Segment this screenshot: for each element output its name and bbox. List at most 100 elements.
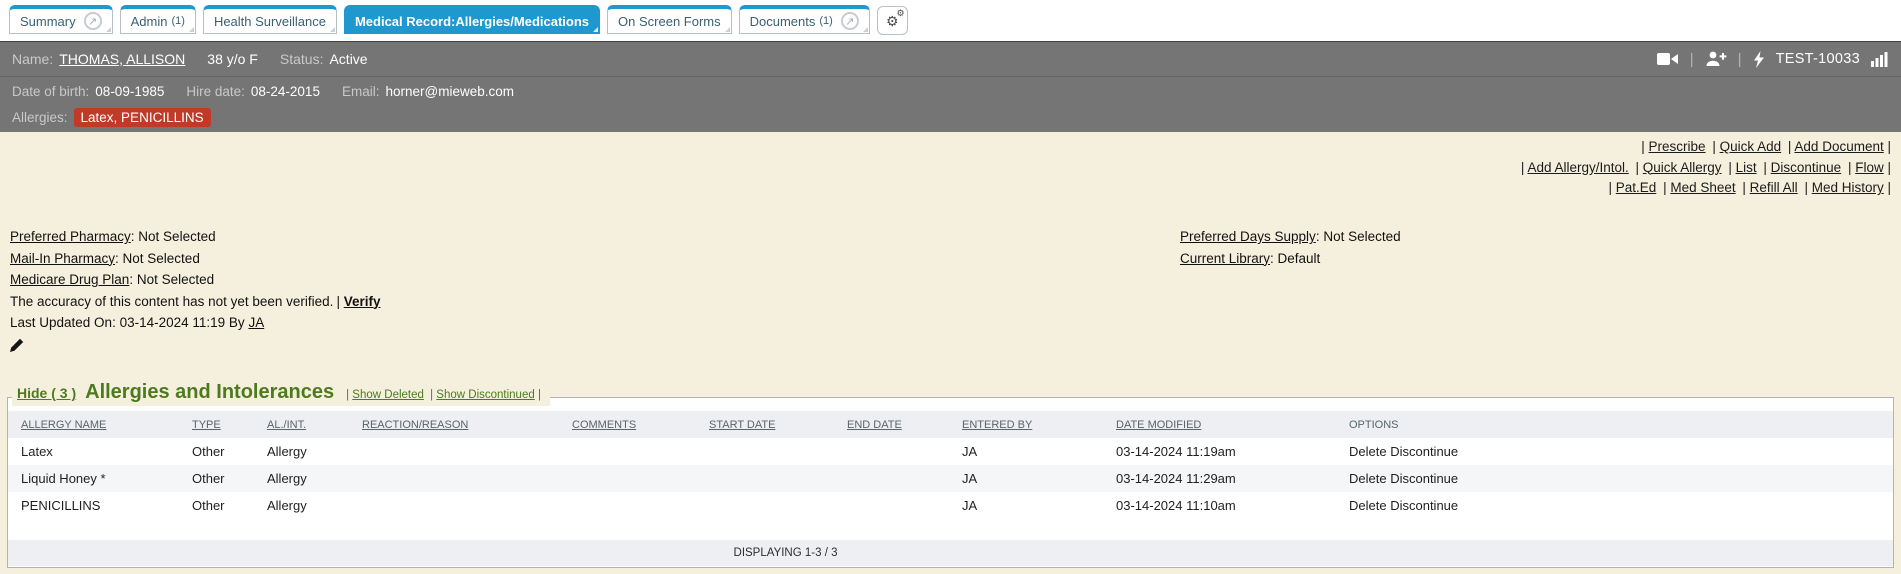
date-modified-cell: 03-14-2024 11:19am: [1116, 444, 1236, 459]
preferred-pharmacy-value: : Not Selected: [130, 229, 216, 244]
mailin-pharmacy-line: Mail-In Pharmacy: Not Selected: [10, 248, 380, 270]
med-history-link[interactable]: Med History: [1812, 180, 1884, 195]
lightning-icon[interactable]: [1753, 50, 1765, 68]
legend-links: Show Deleted Show Discontinued: [343, 389, 541, 401]
bar-chart-icon[interactable]: [1871, 51, 1889, 67]
flow-link[interactable]: Flow: [1855, 160, 1884, 175]
current-library-link[interactable]: Current Library: [1180, 251, 1270, 266]
delete-link[interactable]: Delete: [1349, 444, 1387, 459]
col-entered-by[interactable]: ENTERED BY: [962, 411, 1116, 438]
col-type[interactable]: TYPE: [192, 411, 267, 438]
reaction-cell: [362, 438, 572, 465]
tab-label: Admin: [130, 13, 168, 29]
days-supply-value: : Not Selected: [1315, 229, 1401, 244]
discontinue-row-link[interactable]: Discontinue: [1390, 471, 1458, 486]
mailin-pharmacy-link[interactable]: Mail-In Pharmacy: [10, 251, 115, 266]
allergy-name-cell: Liquid Honey *: [8, 465, 192, 492]
dob-label: Date of birth:: [12, 83, 90, 99]
discontinue-row-link[interactable]: Discontinue: [1390, 444, 1458, 459]
hide-link[interactable]: Hide ( 3 ): [17, 385, 76, 401]
quick-allergy-link[interactable]: Quick Allergy: [1643, 160, 1722, 175]
updated-by-link[interactable]: JA: [248, 315, 264, 330]
current-library-line: Current Library: Default: [1180, 248, 1401, 270]
col-end-date[interactable]: END DATE: [847, 411, 962, 438]
col-comments[interactable]: COMMENTS: [572, 411, 709, 438]
mailin-pharmacy-value: : Not Selected: [115, 250, 200, 266]
allergies-badge[interactable]: Latex, PENICILLINS: [73, 107, 211, 127]
patient-name-link[interactable]: THOMAS, ALLISON: [59, 51, 185, 67]
col-reaction-reason[interactable]: REACTION/REASON: [362, 411, 572, 438]
discontinue-link[interactable]: Discontinue: [1771, 160, 1842, 175]
refill-all-link[interactable]: Refill All: [1750, 180, 1798, 195]
verify-link[interactable]: Verify: [344, 294, 381, 309]
pat-ed-link[interactable]: Pat.Ed: [1616, 180, 1657, 195]
show-deleted-link[interactable]: Show Deleted: [352, 389, 424, 401]
delete-link[interactable]: Delete: [1349, 498, 1387, 513]
comments-cell: [572, 438, 709, 465]
col-date-modified[interactable]: DATE MODIFIED: [1116, 411, 1349, 438]
reaction-cell: [362, 465, 572, 492]
comments-cell: [572, 465, 709, 492]
table-row[interactable]: Latex Other Allergy JA 03-14-2024 11:19a…: [8, 438, 1893, 465]
preferred-pharmacy-link[interactable]: Preferred Pharmacy: [10, 229, 131, 244]
end-date-cell: [847, 438, 962, 465]
tab-summary[interactable]: Summary ↗: [9, 5, 113, 34]
show-discontinued-link[interactable]: Show Discontinued: [436, 389, 534, 401]
col-al-int[interactable]: AL./INT.: [267, 411, 362, 438]
tab-count: (1): [819, 15, 833, 27]
patient-toolbar: | | TEST-10033: [1656, 50, 1889, 68]
col-start-date[interactable]: START DATE: [709, 411, 847, 438]
reaction-cell: [362, 492, 572, 519]
al-int-cell: Allergy: [267, 444, 307, 459]
comments-cell: [572, 492, 709, 519]
entered-by-cell: JA: [962, 444, 978, 459]
email-value: horner@mieweb.com: [385, 83, 514, 99]
options-cell: Delete Discontinue: [1349, 492, 1893, 519]
medicare-plan-link[interactable]: Medicare Drug Plan: [10, 272, 129, 287]
last-updated-line: Last Updated On: 03-14-2024 11:19 By JA: [10, 312, 380, 334]
start-date-cell: [709, 492, 847, 519]
tab-health-surveillance[interactable]: Health Surveillance: [202, 5, 337, 34]
list-link[interactable]: List: [1736, 160, 1757, 175]
entered-by-cell: JA: [962, 465, 1116, 492]
popout-icon[interactable]: ↗: [840, 12, 859, 30]
delete-link[interactable]: Delete: [1349, 471, 1387, 486]
table-row[interactable]: PENICILLINS Other Allergy JA 03-14-2024 …: [8, 492, 1893, 519]
video-camera-icon[interactable]: [1656, 52, 1679, 66]
rx-preferences: Preferred Days Supply: Not Selected Curr…: [1180, 226, 1401, 269]
date-modified-cell: 03-14-2024 11:29am: [1116, 465, 1349, 492]
add-document-link[interactable]: Add Document: [1794, 139, 1883, 154]
tab-documents[interactable]: Documents (1) ↗: [738, 5, 870, 34]
tab-on-screen-forms[interactable]: On Screen Forms: [607, 5, 732, 34]
prescribe-link[interactable]: Prescribe: [1649, 139, 1706, 154]
tab-admin[interactable]: Admin (1): [119, 5, 196, 34]
action-links: Prescribe Quick Add Add Document Add All…: [1518, 137, 1891, 199]
status-value: Active: [329, 51, 368, 67]
add-allergy-intol-link[interactable]: Add Allergy/Intol.: [1527, 160, 1628, 175]
days-supply-link[interactable]: Preferred Days Supply: [1180, 229, 1316, 244]
dob-value: 08-09-1985: [95, 83, 165, 99]
med-sheet-link[interactable]: Med Sheet: [1670, 180, 1735, 195]
current-library-value: : Default: [1270, 250, 1321, 266]
settings-button[interactable]: ⚙ ⚙: [876, 6, 908, 35]
popout-icon[interactable]: ↗: [83, 12, 102, 30]
al-int-cell: Allergy: [267, 465, 362, 492]
allergy-name-cell: PENICILLINS: [21, 498, 101, 513]
accuracy-line: The accuracy of this content has not yet…: [10, 291, 380, 313]
discontinue-row-link[interactable]: Discontinue: [1390, 498, 1458, 513]
allergies-label: Allergies:: [12, 109, 68, 125]
tab-medical-record-allergies-medications[interactable]: Medical Record:Allergies/Medications: [343, 5, 601, 34]
email-label: Email:: [341, 83, 380, 99]
chart-id: TEST-10033: [1775, 51, 1860, 67]
end-date-cell: [847, 492, 962, 519]
allergy-name-cell: Latex: [21, 444, 53, 459]
patient-age-sex: 38 y/o F: [207, 51, 258, 67]
pencil-icon[interactable]: [10, 338, 24, 352]
allergies-legend: Hide ( 3 ) Allergies and Intolerances Sh…: [12, 381, 550, 406]
divider: |: [1689, 50, 1694, 68]
person-add-icon[interactable]: [1705, 51, 1727, 67]
quick-add-link[interactable]: Quick Add: [1720, 139, 1782, 154]
tab-bar: Summary ↗ Admin (1) Health Surveillance …: [0, 0, 1901, 41]
col-allergy-name[interactable]: ALLERGY NAME: [8, 411, 192, 438]
table-row[interactable]: Liquid Honey * Other Allergy JA 03-14-20…: [8, 465, 1893, 492]
